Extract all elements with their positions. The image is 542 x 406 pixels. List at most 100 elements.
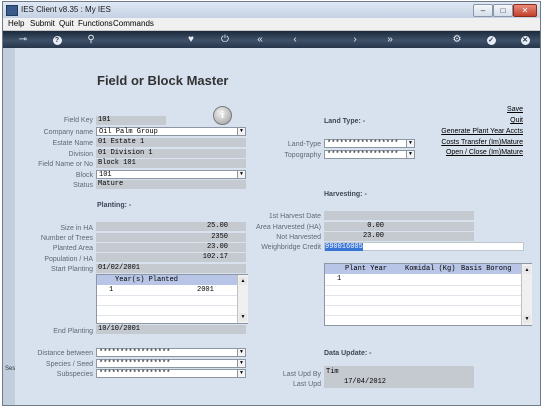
costs-transfer-link[interactable]: Costs Transfer (Im)Mature — [441, 139, 523, 146]
scroll-down-icon[interactable]: ▼ — [523, 315, 531, 323]
subspecies-select[interactable]: ***************** — [96, 369, 239, 378]
window-title: IES Client v8.35 : My IES — [21, 5, 111, 14]
settings-icon[interactable]: ⚙ — [451, 33, 463, 46]
help-icon[interactable]: ? — [51, 33, 63, 46]
distance-between-label: Distance between — [37, 350, 93, 357]
end-planting-value: 10/10/2001 — [96, 325, 246, 334]
company-name-label: Company name — [43, 129, 93, 136]
land-type-select[interactable]: ***************** — [324, 139, 408, 148]
num-trees-value: 2350 — [96, 233, 246, 242]
distance-between-select[interactable]: ***************** — [96, 348, 239, 357]
species-seed-select[interactable]: ***************** — [96, 359, 239, 368]
not-harvested-value: 23.00 — [324, 232, 474, 241]
scroll-down-icon[interactable]: ▼ — [239, 313, 247, 321]
menu-quit[interactable]: Quit — [59, 19, 74, 28]
field-name-value: Block 101 — [96, 159, 246, 168]
block-select[interactable]: 101 — [96, 170, 239, 179]
left-strip: Ses — [3, 48, 15, 405]
first-harvest-date-value — [324, 211, 474, 220]
species-dropdown-arrow[interactable]: ▼ — [237, 359, 246, 368]
heart-icon[interactable]: ♥ — [185, 33, 197, 46]
topography-label: Topography — [284, 152, 321, 159]
block-label: Block — [75, 172, 93, 179]
rewind-icon[interactable]: « — [253, 33, 267, 46]
maximize-button[interactable]: □ — [493, 4, 513, 17]
years-row-value[interactable]: 2001 — [197, 286, 214, 294]
division-value: 01 Division 1 — [96, 149, 246, 158]
field-name-label: Field Name or No — [38, 161, 93, 168]
end-planting-label: End Planting — [53, 328, 93, 335]
menu-submit[interactable]: Submit — [30, 19, 55, 28]
block-dropdown-arrow[interactable]: ▼ — [237, 170, 246, 179]
size-ha-value: 25.00 — [96, 222, 246, 231]
harvesting-heading: Harvesting: - — [324, 191, 367, 198]
land-type-dropdown-arrow[interactable]: ▼ — [406, 139, 415, 148]
area-harvested-value: 0.00 — [324, 222, 474, 231]
company-dropdown-arrow[interactable]: ▼ — [237, 127, 246, 136]
field-key-value: 101 — [96, 116, 166, 125]
scroll-up-icon[interactable]: ▲ — [523, 266, 531, 274]
population-ha-label: Population / HA — [44, 256, 93, 263]
confirm-icon[interactable]: ✓ — [485, 33, 497, 46]
start-planting-value: 01/02/2001 — [96, 264, 246, 273]
quit-link[interactable]: Quit — [510, 117, 523, 124]
harvest-grid: Plant Year Komidal (Kg) Basis Borong 1 ▲… — [324, 263, 532, 326]
status-value: Mature — [96, 180, 246, 189]
minimize-button[interactable]: – — [473, 4, 493, 17]
topography-dropdown-arrow[interactable]: ▼ — [406, 150, 415, 159]
harvest-grid-header: Plant Year Komidal (Kg) Basis Borong — [325, 264, 521, 274]
subspecies-label: Subspecies — [56, 371, 93, 378]
title-bar: IES Client v8.35 : My IES – □ ✕ — [3, 2, 540, 18]
app-window: IES Client v8.35 : My IES – □ ✕ Help Sub… — [2, 1, 541, 406]
menu-functions[interactable]: Functions — [78, 19, 113, 28]
info-icon[interactable]: i — [213, 106, 232, 125]
app-icon — [6, 5, 18, 16]
save-link[interactable]: Save — [507, 106, 523, 113]
status-label: Status — [73, 182, 93, 189]
start-planting-label: Start Planting — [50, 266, 93, 273]
estate-name-value: 01 Estate 1 — [96, 138, 246, 147]
close-icon[interactable]: ✕ — [519, 33, 531, 46]
last-upd-by-value: Tim — [326, 368, 339, 376]
company-name-select[interactable]: Oil Palm Group — [96, 127, 239, 136]
population-ha-value: 102.17 — [96, 253, 246, 262]
open-close-link[interactable]: Open / Close (Im)Mature — [446, 149, 523, 156]
land-type-label: Land-Type — [287, 141, 321, 148]
komidal-col: Komidal (Kg) — [405, 265, 456, 273]
division-label: Division — [68, 151, 93, 158]
num-trees-label: Number of Trees — [40, 235, 93, 242]
back-icon[interactable]: ‹ — [289, 33, 301, 46]
weighbridge-credit-input[interactable]: 990016005 — [324, 242, 524, 251]
planted-area-label: Planted Area — [52, 245, 93, 252]
toolbar: ⊸ ? ⚲ ♥ ⏻ « ‹ › » ⚙ ✓ ✕ — [3, 31, 540, 48]
close-window-button[interactable]: ✕ — [513, 4, 537, 17]
years-planted-grid: Year(s) Planted 1 2001 ▲ ▼ — [96, 274, 248, 324]
generate-plant-year-accts-link[interactable]: Generate Plant Year Accts — [441, 128, 523, 135]
first-harvest-date-label: 1st Harvest Date — [268, 213, 321, 220]
not-harvested-label: Not Harvested — [276, 234, 321, 241]
weighbridge-credit-selection: 990016005 — [325, 243, 363, 251]
key-icon[interactable]: ⊸ — [13, 33, 33, 46]
topography-select[interactable]: ***************** — [324, 150, 408, 159]
plant-year-col: Plant Year — [345, 265, 388, 273]
harvest-grid-scrollbar[interactable]: ▲ ▼ — [521, 264, 532, 325]
distance-dropdown-arrow[interactable]: ▼ — [237, 348, 246, 357]
planted-area-value: 23.00 — [96, 243, 246, 252]
fast-forward-icon[interactable]: » — [383, 33, 397, 46]
land-type-heading: Land Type: - — [324, 118, 366, 125]
side-text: Ses — [5, 366, 16, 372]
estate-name-label: Estate Name — [52, 140, 93, 147]
weighbridge-credit-label: Weighbridge Credit — [261, 244, 321, 251]
data-update-box: Tim 17/04/2012 — [324, 366, 474, 388]
search-icon[interactable]: ⚲ — [85, 33, 97, 46]
menu-help[interactable]: Help — [8, 19, 24, 28]
scroll-up-icon[interactable]: ▲ — [239, 277, 247, 285]
menu-commands[interactable]: Commands — [113, 19, 154, 28]
last-upd-value: 17/04/2012 — [344, 378, 387, 386]
forward-icon[interactable]: › — [349, 33, 361, 46]
years-grid-scrollbar[interactable]: ▲ ▼ — [237, 275, 248, 323]
planting-heading: Planting: - — [97, 202, 132, 209]
area-harvested-label: Area Harvested (HA) — [256, 224, 321, 231]
last-upd-by-label: Last Upd By — [282, 371, 321, 378]
power-icon[interactable]: ⏻ — [219, 33, 231, 46]
